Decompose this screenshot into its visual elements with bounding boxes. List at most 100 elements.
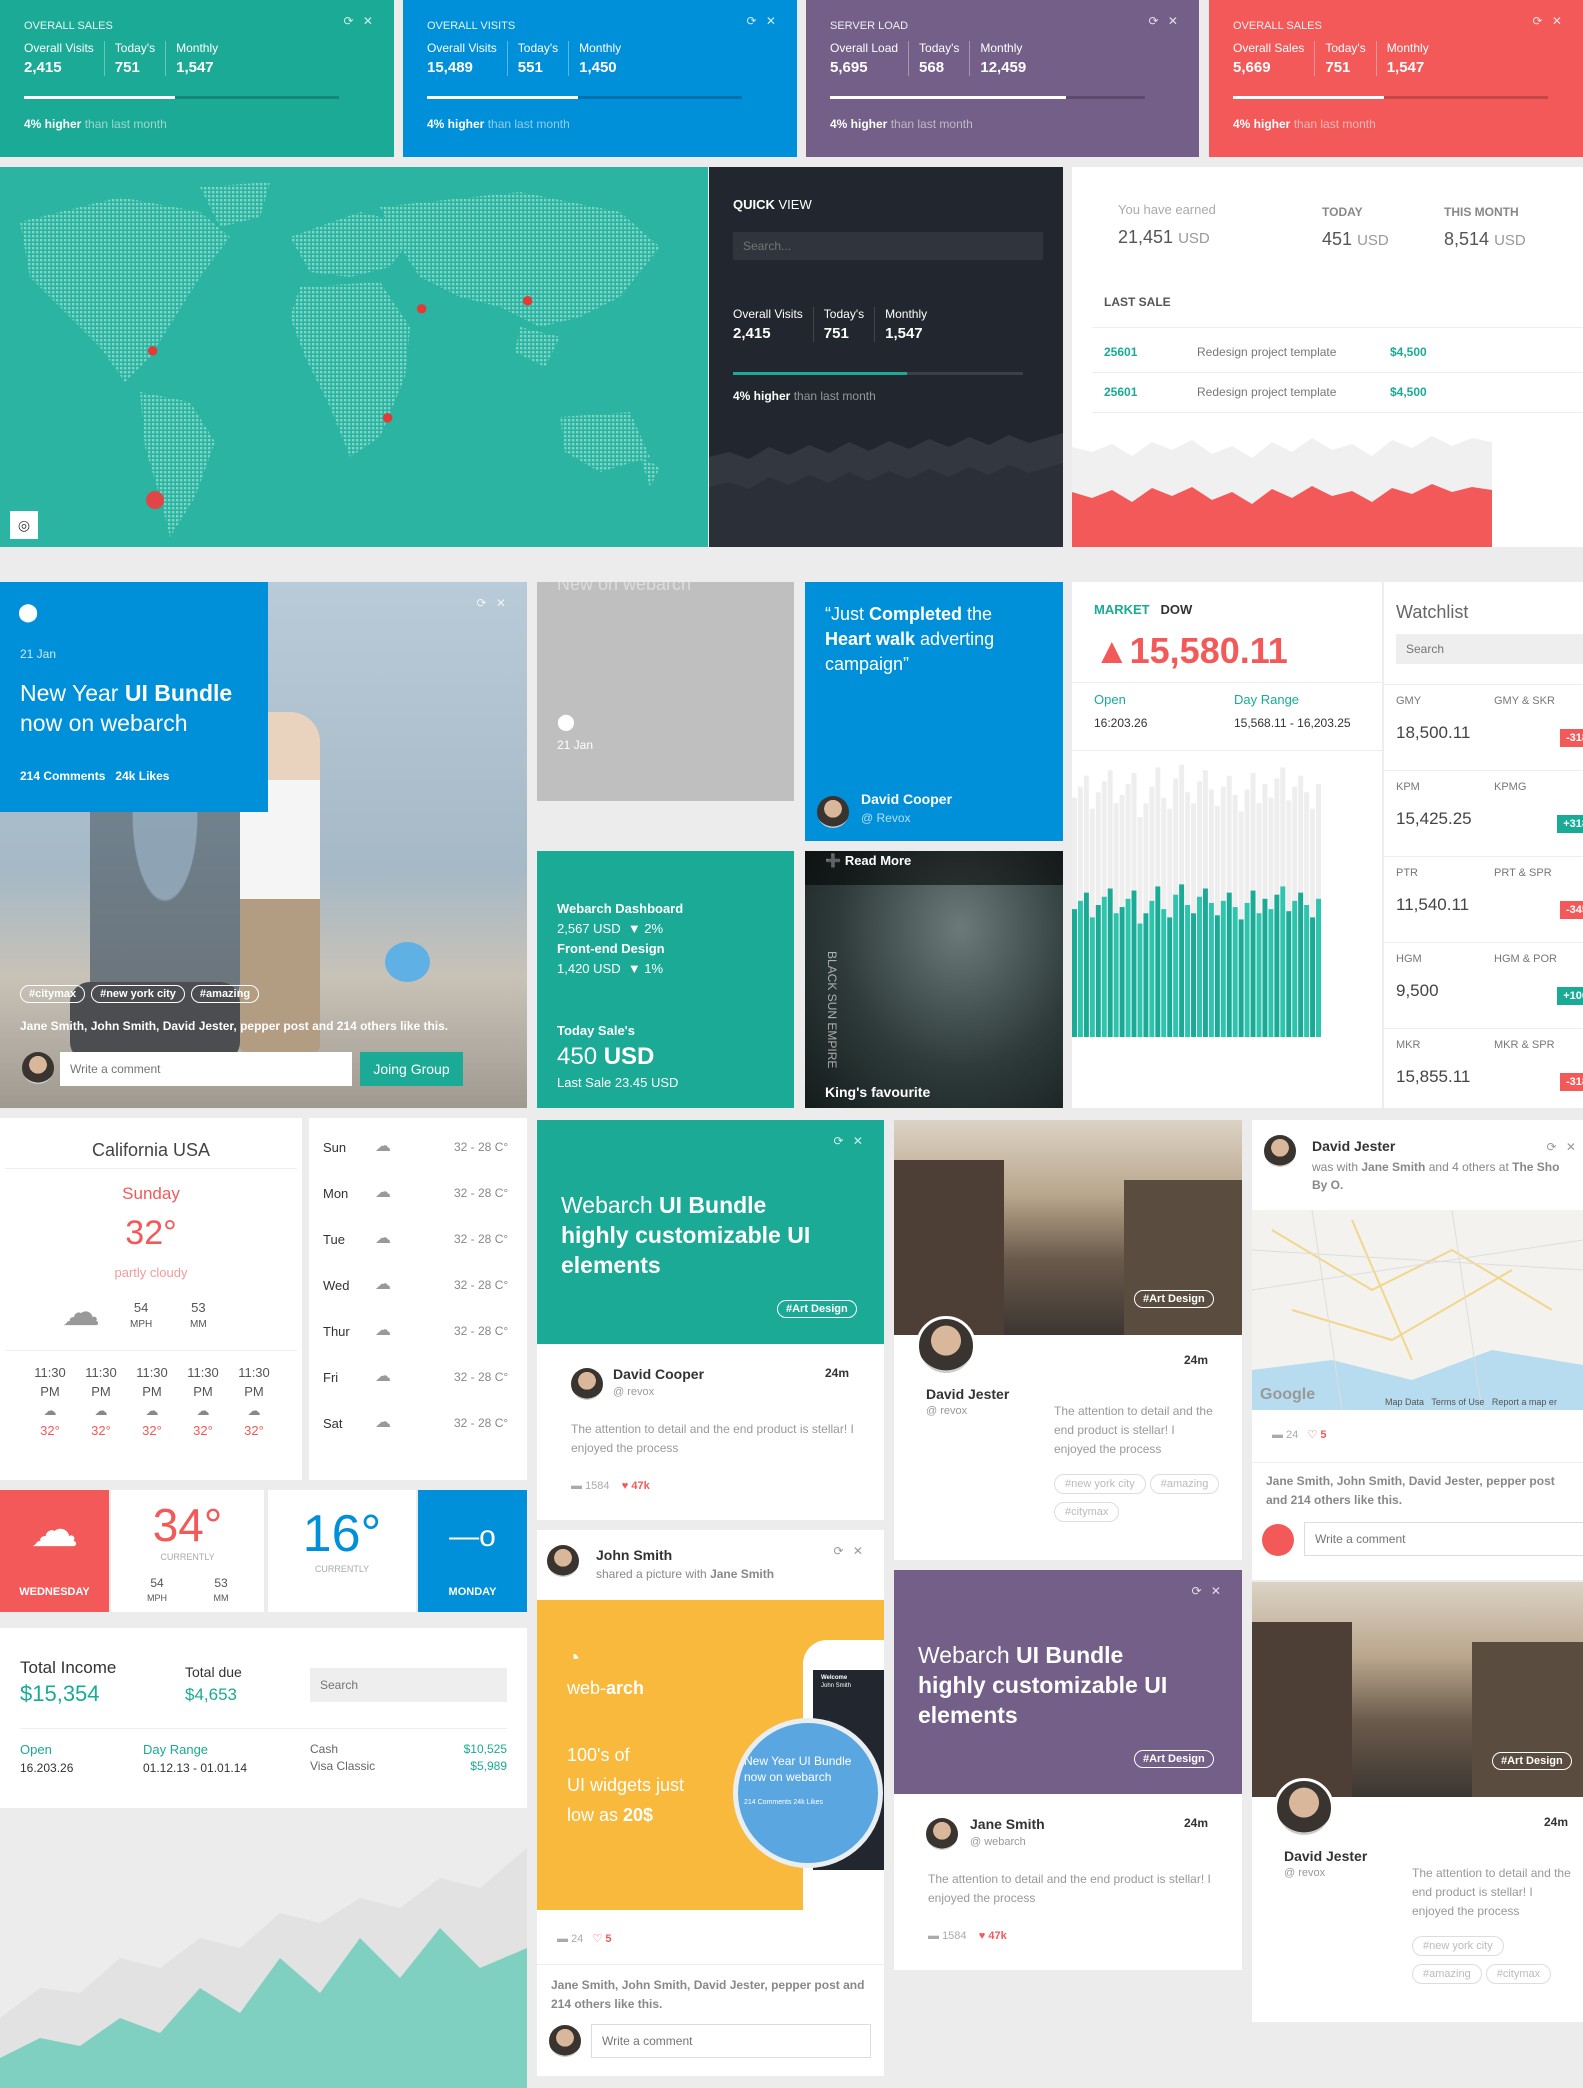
map-pin-icon[interactable]: ● [521, 289, 534, 311]
hashtag[interactable]: #new york city [1054, 1474, 1146, 1494]
stat-value: 2,415 [24, 59, 62, 76]
weather-icon: ☁ [375, 1368, 391, 1385]
map-pin-icon[interactable]: ● [146, 339, 164, 363]
map-pin-icon[interactable]: ● [381, 406, 394, 428]
day-name: Wed [323, 1278, 350, 1293]
map-footer-links[interactable]: Map Data Terms of Use Report a map er [1385, 1397, 1557, 1407]
market-value: ▲15,580.11 [1094, 630, 1288, 671]
author-handle: @ revox [613, 1386, 655, 1398]
hashtag[interactable]: #citymax [1054, 1502, 1120, 1522]
watchlist-row[interactable]: MKR MKR & SPR 15,855.11 -318 [1384, 1028, 1583, 1108]
watchlist-row[interactable]: KPM KPMG 15,425.25 +318 [1384, 770, 1583, 856]
stat-value: 1,547 [1386, 59, 1425, 76]
temp-range: 32 - 28 C° [454, 1324, 509, 1338]
watchlist-search-input[interactable] [1396, 634, 1583, 664]
hashtag[interactable]: #citymax [20, 985, 86, 1003]
income-label: Total Income [20, 1658, 117, 1677]
sales-item-2-value: 1,420 USD ▼ 1% [557, 961, 664, 976]
watchlist-row[interactable]: PTR PRT & SPR 11,540.11 -345 [1384, 856, 1583, 942]
sale-row[interactable]: 25601 Redesign project template $4,500 [1092, 377, 1583, 413]
map-markers [146, 491, 165, 509]
comment-input[interactable] [1304, 1522, 1583, 1556]
earnings-panel: You have earned 21,451 USD TODAY 451 USD… [1072, 167, 1583, 547]
market-bar [1202, 888, 1208, 1037]
world-map-panel: ● ● ● ● ◎ [0, 167, 708, 547]
comment-input[interactable] [60, 1052, 352, 1086]
open-value: 16:203.26 [1094, 716, 1148, 730]
ticker-value: 9,500 [1396, 981, 1439, 1000]
ticker-pair: HGM & POR [1494, 953, 1557, 965]
cloud-sun-icon: ☁ [30, 1504, 79, 1557]
cash-label: Cash [310, 1742, 339, 1756]
income-range-label: Day Range [143, 1742, 209, 1757]
card-controls[interactable]: ⟳ ✕ [1547, 1140, 1579, 1154]
daily-forecast: Sat ☁ 32 - 28 C° [309, 1414, 529, 1462]
author-name: David Jester [926, 1386, 1010, 1402]
market-bar [1161, 909, 1167, 1037]
map-pin-icon[interactable]: ● [415, 297, 428, 319]
comment-icon: ▬ [557, 1933, 568, 1945]
location-map[interactable]: Google Map Data Terms of Use Report a ma… [1252, 1210, 1583, 1410]
hashtag[interactable]: #new york city [91, 985, 185, 1003]
market-tabs[interactable]: MARKET DOW [1094, 602, 1192, 617]
hashtag[interactable]: #amazing [1149, 1474, 1220, 1494]
stat-label: Today's [517, 41, 559, 55]
market-bar [1220, 900, 1226, 1037]
card-controls[interactable]: ⟳ ✕ [1192, 1584, 1224, 1598]
card-controls[interactable]: ⟳ ✕ [834, 1134, 866, 1148]
art-design-tag[interactable]: #Art Design [1492, 1752, 1572, 1770]
comment-icon: ▬ [571, 1480, 582, 1492]
day-name: Sun [323, 1140, 347, 1155]
day-name: Sat [323, 1416, 343, 1431]
quick-stat-value: 751 [823, 325, 849, 342]
art-design-tag[interactable]: #Art Design [777, 1300, 857, 1318]
comment-input[interactable] [591, 2024, 871, 2058]
ticker-pair: PRT & SPR [1494, 867, 1552, 879]
quick-stat: Today's 751 [823, 307, 876, 342]
market-bar [1185, 905, 1191, 1037]
income-panel: Total Income $15,354 Total due $4,653 Op… [0, 1628, 527, 1808]
sales-item-2: Front-end Design [557, 941, 665, 956]
market-bar [1244, 902, 1250, 1037]
webarch-logo-icon: ◔ [567, 1645, 581, 1670]
temp-range: 32 - 28 C° [454, 1232, 509, 1246]
hashtag[interactable]: #citymax [1485, 1964, 1552, 1984]
watchlist-row[interactable]: HGM HGM & POR 9,500 +100 [1384, 942, 1583, 1028]
stat-footer: 4% higher than last month [24, 117, 167, 131]
weather-icon: ☁ [375, 1184, 391, 1201]
stat-label: Today's [919, 41, 960, 55]
join-group-button[interactable]: Joing Group [360, 1052, 463, 1086]
hashtag[interactable]: #amazing [1412, 1964, 1482, 1984]
read-more-link[interactable]: ➕ Read More [825, 853, 911, 869]
post-time: 24m [1184, 1816, 1209, 1830]
ticker-value: 11,540.11 [1396, 895, 1470, 914]
checkin-text: was with Jane Smith and 4 others at The … [1312, 1160, 1560, 1192]
heart-icon: ♥ [978, 1930, 986, 1942]
map-attribution-logo: Google [1260, 1386, 1316, 1403]
income-search-input[interactable] [310, 1668, 507, 1702]
author-handle: @ revox [926, 1405, 968, 1417]
sale-amount: $4,500 [1390, 345, 1427, 359]
market-bar [1155, 886, 1161, 1037]
income-open-label: Open [20, 1742, 52, 1757]
sale-row[interactable]: 25601 Redesign project template $4,500 [1092, 337, 1583, 373]
weather-icon: ☁ [94, 1403, 108, 1418]
stat-progress [24, 96, 339, 99]
daily-forecast: Sun ☁ 32 - 28 C° [309, 1138, 529, 1186]
post-time: 24m [825, 1366, 850, 1380]
locate-button[interactable]: ◎ [10, 511, 38, 539]
card-controls[interactable]: ⟳ ✕ [477, 596, 509, 610]
watchlist-row[interactable]: GMY GMY & SKR 18,500.11 -318 [1384, 684, 1583, 770]
art-design-tag[interactable]: #Art Design [1134, 1750, 1214, 1768]
sale-desc: Redesign project template [1197, 345, 1337, 359]
market-bar [1304, 905, 1310, 1037]
card-controls[interactable]: ⟳ ✕ [834, 1544, 866, 1558]
hashtag[interactable]: #amazing [190, 985, 260, 1003]
wednesday-tile: ☁ WEDNESDAY [0, 1490, 109, 1612]
earned-label: You have earned [1118, 202, 1216, 217]
art-design-tag[interactable]: #Art Design [1134, 1290, 1214, 1308]
hashtag[interactable]: #new york city [1412, 1936, 1504, 1956]
today-sale-value: 450 USD [557, 1043, 655, 1070]
promo-image: ◔ web-arch 100's of UI widgets just low as… [537, 1600, 884, 1910]
quick-search-input[interactable] [733, 232, 1043, 260]
